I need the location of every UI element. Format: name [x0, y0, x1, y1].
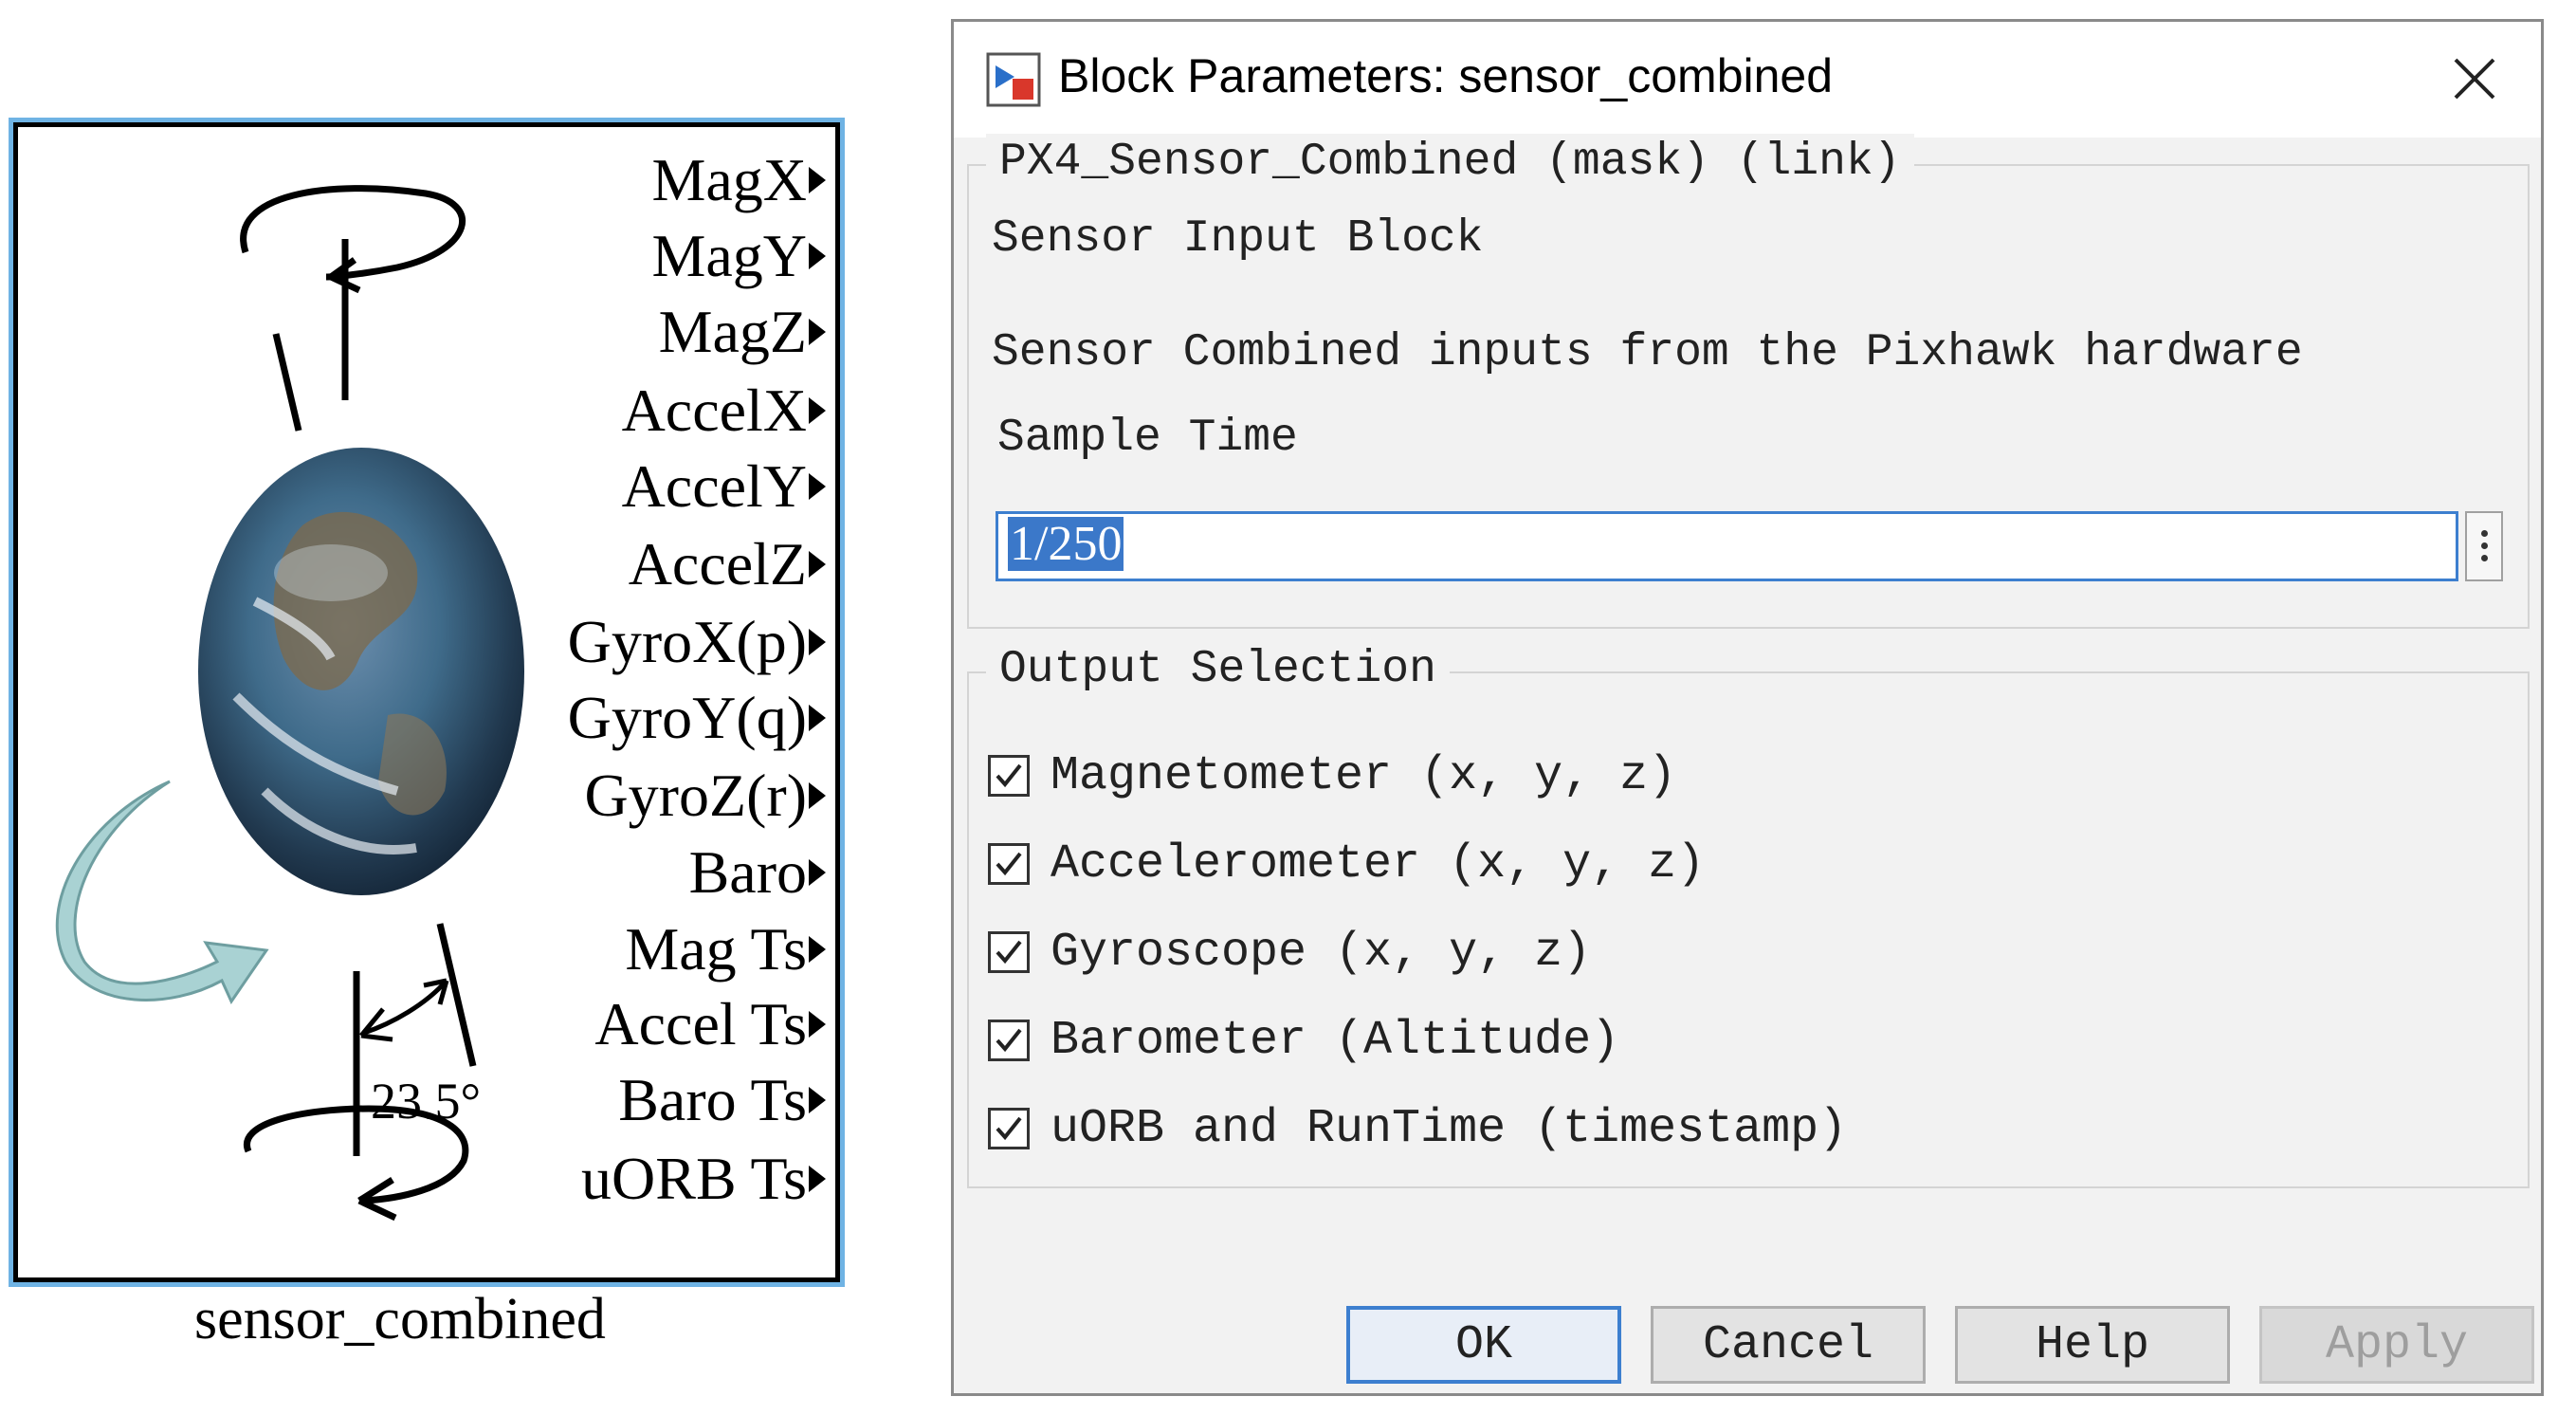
- checkbox[interactable]: [988, 843, 1030, 885]
- port-arrow-icon: [809, 936, 826, 963]
- output-port-label: AccelZ: [628, 530, 807, 597]
- sensor-combined-block[interactable]: 23.5° MagX MagY MagZ AccelX AccelY AccelZ Gyro…: [13, 122, 840, 1282]
- output-port[interactable]: MagY: [651, 226, 826, 286]
- checkmark-icon: [996, 852, 1022, 876]
- port-arrow-icon: [809, 319, 826, 345]
- output-port-label: MagX: [651, 146, 807, 213]
- checkmark-icon: [996, 1116, 1022, 1141]
- output-checkbox-row[interactable]: Gyroscope (x, y, z): [988, 919, 1591, 985]
- output-port-label: GyroX(p): [567, 608, 807, 675]
- output-port-label: MagY: [651, 222, 807, 289]
- output-port[interactable]: AccelX: [622, 380, 826, 441]
- output-checkbox-row[interactable]: Barometer (Altitude): [988, 1007, 1619, 1074]
- checkbox[interactable]: [988, 755, 1030, 797]
- checkbox-label: Gyroscope (x, y, z): [1050, 925, 1592, 980]
- output-port[interactable]: uORB Ts: [581, 1149, 826, 1209]
- close-icon[interactable]: [2437, 41, 2512, 117]
- cancel-button[interactable]: Cancel: [1651, 1306, 1926, 1384]
- checkbox-label: Barometer (Altitude): [1050, 1013, 1620, 1068]
- port-arrow-icon: [809, 705, 826, 731]
- checkbox[interactable]: [988, 1020, 1030, 1061]
- output-port[interactable]: GyroZ(r): [584, 765, 826, 826]
- output-port[interactable]: Accel Ts: [594, 994, 826, 1055]
- output-port-label: AccelY: [621, 452, 807, 520]
- output-port-label: Accel Ts: [594, 990, 807, 1057]
- checkmark-icon: [996, 940, 1022, 965]
- output-checkbox-row[interactable]: Accelerometer (x, y, z): [988, 831, 1705, 897]
- dialog-titlebar[interactable]: Block Parameters: sensor_combined: [954, 22, 2541, 138]
- port-arrow-icon: [809, 1166, 826, 1192]
- checkbox[interactable]: [988, 1108, 1030, 1149]
- output-port[interactable]: GyroY(q): [568, 688, 826, 748]
- simulink-block-icon: [986, 52, 1041, 107]
- output-port[interactable]: Baro Ts: [618, 1070, 826, 1130]
- port-arrow-icon: [809, 1011, 826, 1038]
- output-port-label: GyroZ(r): [584, 762, 807, 829]
- tilt-angle-label: 23.5°: [371, 1073, 481, 1130]
- port-arrow-icon: [809, 473, 826, 500]
- port-arrow-icon: [809, 243, 826, 269]
- sample-time-input[interactable]: 1/250: [996, 511, 2458, 581]
- output-checkbox-row[interactable]: uORB and RunTime (timestamp): [988, 1095, 1847, 1162]
- apply-button[interactable]: Apply: [2259, 1306, 2534, 1384]
- output-port[interactable]: GyroX(p): [568, 612, 826, 672]
- output-checkbox-row[interactable]: Magnetometer (x, y, z): [988, 743, 1676, 809]
- output-selection-title: Output Selection: [986, 641, 1450, 698]
- block-name-label: sensor_combined: [194, 1287, 606, 1351]
- output-port[interactable]: MagX: [651, 150, 826, 211]
- output-port-label: AccelX: [621, 377, 807, 444]
- checkmark-icon: [996, 1028, 1022, 1053]
- output-port[interactable]: AccelZ: [629, 534, 826, 595]
- port-arrow-icon: [809, 551, 826, 578]
- description-title: Sensor Input Block: [992, 213, 1484, 265]
- output-port[interactable]: MagZ: [659, 302, 826, 362]
- help-button[interactable]: Help: [1955, 1306, 2230, 1384]
- checkmark-icon: [996, 763, 1022, 788]
- output-port-label: uORB Ts: [581, 1145, 807, 1212]
- port-arrow-icon: [809, 167, 826, 193]
- output-port-label: Mag Ts: [625, 915, 807, 983]
- description-text: Sensor Combined inputs from the Pixhawk …: [992, 327, 2303, 378]
- output-port-label: Baro: [688, 838, 807, 906]
- output-port-label: GyroY(q): [567, 684, 807, 751]
- dialog-title: Block Parameters: sensor_combined: [1058, 49, 1834, 102]
- checkbox-label: Magnetometer (x, y, z): [1050, 748, 1677, 803]
- ok-button[interactable]: OK: [1346, 1306, 1621, 1384]
- port-arrow-icon: [809, 1087, 826, 1113]
- checkbox-label: uORB and RunTime (timestamp): [1050, 1101, 1848, 1156]
- port-arrow-icon: [809, 629, 826, 655]
- more-options-button[interactable]: [2465, 511, 2503, 581]
- sample-time-value: 1/250: [1008, 517, 1124, 571]
- sample-time-label: Sample Time: [997, 413, 1298, 464]
- output-port-label: MagZ: [658, 298, 807, 365]
- output-port-label: Baro Ts: [618, 1066, 807, 1133]
- output-port[interactable]: AccelY: [622, 456, 826, 517]
- port-arrow-icon: [809, 782, 826, 809]
- block-parameters-dialog: Block Parameters: sensor_combined PX4_Se…: [951, 19, 2544, 1396]
- output-port[interactable]: Baro: [689, 842, 826, 903]
- mask-group-title: PX4_Sensor_Combined (mask) (link): [986, 134, 1914, 191]
- output-port[interactable]: Mag Ts: [625, 919, 826, 980]
- port-arrow-icon: [809, 859, 826, 886]
- checkbox-label: Accelerometer (x, y, z): [1050, 836, 1706, 891]
- checkbox[interactable]: [988, 931, 1030, 973]
- port-arrow-icon: [809, 397, 826, 424]
